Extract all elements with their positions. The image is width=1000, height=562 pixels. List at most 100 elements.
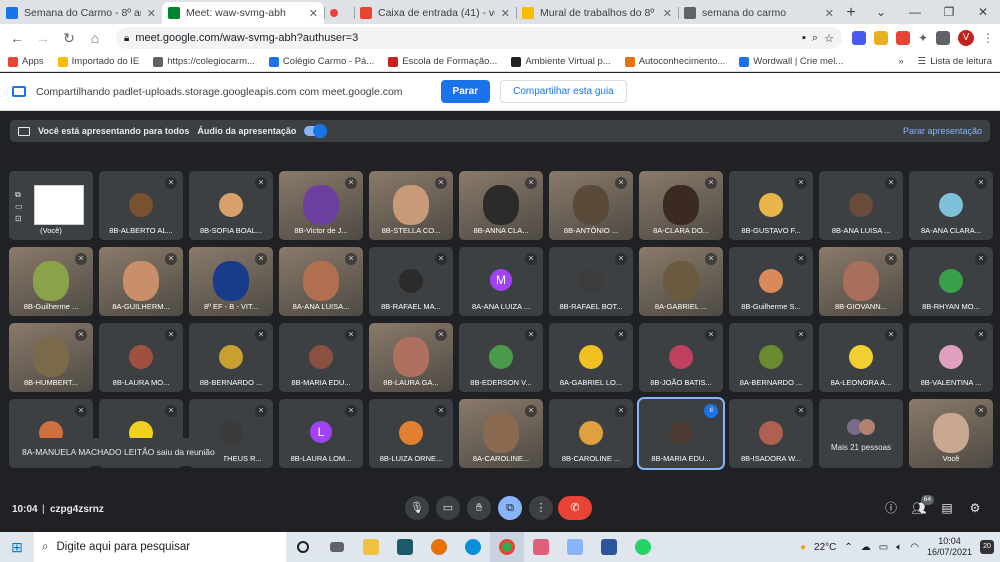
- extension-icon-3[interactable]: [895, 31, 910, 45]
- bookmark-item[interactable]: Autoconhecimento...: [624, 56, 725, 67]
- participant-tile[interactable]: ⨯ 8B-ANNA CLA...: [459, 171, 543, 240]
- firefox-icon[interactable]: [422, 532, 456, 562]
- meeting-details-icon[interactable]: ⓘ: [882, 499, 900, 517]
- browser-tab[interactable]: Caixa de entrada (41) - veron ✕: [354, 2, 516, 24]
- bookmark-item[interactable]: Ambiente Virtual p...: [511, 56, 611, 67]
- participant-tile[interactable]: ⨯ 8B-GIOVANN...: [819, 247, 903, 316]
- browser-tab[interactable]: Mural de trabalhos do 8º ano ✕: [516, 2, 678, 24]
- participant-tile[interactable]: ⨯ 8B-SOFIA BOAL...: [189, 171, 273, 240]
- word-icon[interactable]: [592, 532, 626, 562]
- participant-tile[interactable]: ⨯ 8A-LEONORA A...: [819, 323, 903, 392]
- leave-call-button[interactable]: ✆: [558, 496, 592, 520]
- home-button[interactable]: ⌂: [84, 30, 106, 46]
- app-icon-teal[interactable]: [388, 532, 422, 562]
- participant-tile[interactable]: ⨯ 8B-HUMBERT...: [9, 323, 93, 392]
- back-button[interactable]: ←: [6, 30, 28, 46]
- participant-tile[interactable]: L ⨯ 8B-LAURA LOM...: [279, 399, 363, 468]
- stop-sharing-button[interactable]: Parar: [440, 80, 491, 103]
- participant-tile[interactable]: ⨯ 8B-RAFAEL BOT...: [549, 247, 633, 316]
- tab-close-icon[interactable]: ✕: [501, 7, 510, 20]
- participant-tile[interactable]: ⨯ 8A-ANA CLARA...: [909, 171, 993, 240]
- bookmarks-overflow-icon[interactable]: »: [898, 56, 903, 67]
- tab-close-icon[interactable]: ✕: [663, 7, 672, 20]
- participant-tile[interactable]: ⨯ 8A-GUILHERM...: [99, 247, 183, 316]
- notifications-icon[interactable]: 20: [980, 540, 994, 554]
- bookmark-item[interactable]: Wordwall | Crie mel...: [739, 56, 843, 67]
- raise-hand-button[interactable]: ✋︎: [467, 496, 491, 520]
- participant-tile[interactable]: ⨯ 8B-RAFAEL MA...: [369, 247, 453, 316]
- participant-tile[interactable]: ⨯ 8B-BERNARDO ...: [189, 323, 273, 392]
- profile-avatar[interactable]: V: [958, 30, 974, 46]
- minimize-button[interactable]: —: [898, 5, 932, 19]
- presentation-audio-toggle[interactable]: [304, 124, 328, 138]
- cloud-icon[interactable]: ☁︎: [861, 542, 871, 553]
- browser-tab[interactable]: [324, 2, 354, 24]
- participant-tile[interactable]: ⨯ 8º EF - B - VIT...: [189, 247, 273, 316]
- extension-icon-4[interactable]: [936, 31, 950, 45]
- participant-tile[interactable]: M ⨯ 8A-ANA LUIZA ...: [459, 247, 543, 316]
- taskbar-clock[interactable]: 10:04 16/07/2021: [927, 536, 972, 558]
- bookmark-item[interactable]: Colégio Carmo - Pá...: [268, 56, 374, 67]
- cortana-icon[interactable]: [286, 532, 320, 562]
- zoom-icon[interactable]: ⌕: [812, 32, 818, 45]
- taskbar-search-box[interactable]: ⌕ Digite aqui para pesquisar: [34, 532, 286, 562]
- participant-tile[interactable]: ⧉ ▭ ⊡ (Você): [9, 171, 93, 240]
- windows-start-icon[interactable]: ⊞: [0, 539, 34, 556]
- more-options-button[interactable]: ⋮: [529, 496, 553, 520]
- camera-button[interactable]: ▭: [436, 496, 460, 520]
- participant-tile[interactable]: ⨯ 8B-MARIA EDU...: [279, 323, 363, 392]
- participant-tile[interactable]: ıl 8B-MARIA EDU...: [637, 397, 725, 470]
- browser-menu-icon[interactable]: ⋮: [982, 31, 994, 45]
- share-this-tab-button[interactable]: Compartilhar esta guia: [500, 80, 627, 103]
- participant-tile[interactable]: ⨯ 8A-GABRIEL LO...: [549, 323, 633, 392]
- paint-icon[interactable]: [558, 532, 592, 562]
- activities-icon[interactable]: ⚙︎: [966, 499, 984, 517]
- tab-close-icon[interactable]: ✕: [147, 7, 156, 20]
- participant-tile[interactable]: ⨯ 8B-Guilherme S...: [729, 247, 813, 316]
- snipping-tool-icon[interactable]: [524, 532, 558, 562]
- forward-button[interactable]: →: [32, 30, 54, 46]
- bookmark-item[interactable]: Importado do IE: [57, 56, 139, 67]
- task-view-icon[interactable]: [320, 532, 354, 562]
- people-icon[interactable]: 👥︎ 64: [910, 495, 934, 517]
- participant-tile[interactable]: ⨯ 8B-CAROLINE ...: [549, 399, 633, 468]
- present-now-button[interactable]: ⧉: [498, 496, 522, 520]
- reload-button[interactable]: ↻: [58, 30, 80, 47]
- participant-tile[interactable]: ⨯ 8A-GABRIEL ...: [639, 247, 723, 316]
- participant-tile[interactable]: ⨯ 8A-BERNARDO ...: [729, 323, 813, 392]
- bookmark-item[interactable]: Apps: [8, 56, 44, 67]
- close-window-button[interactable]: ✕: [966, 5, 1000, 19]
- temperature-text[interactable]: 22°C: [814, 542, 836, 553]
- participant-tile[interactable]: ⨯ 8B-ANA LUISA ...: [819, 171, 903, 240]
- url-text[interactable]: meet.google.com/waw-svmg-abh?authuser=3: [135, 32, 796, 44]
- network-icon[interactable]: ▭: [879, 542, 888, 553]
- participant-tile[interactable]: ⨯ 8A-CAROLINE...: [459, 399, 543, 468]
- browser-tab[interactable]: Meet: waw-svmg-abh ✕: [162, 2, 324, 24]
- camera-indicator-icon[interactable]: ▪: [802, 32, 806, 44]
- participant-tile[interactable]: ⨯ 8A-CLARA DO...: [639, 171, 723, 240]
- participant-tile[interactable]: ⨯ 8B-LUIZA ORNE...: [369, 399, 453, 468]
- participant-tile[interactable]: ⨯ Você: [909, 399, 993, 468]
- participant-tile[interactable]: ⨯ 8B-GUSTAVO F...: [729, 171, 813, 240]
- participant-tile[interactable]: ⨯ 8B-STELLA CO...: [369, 171, 453, 240]
- participant-tile[interactable]: ⨯ 8B-ALBERTO AL...: [99, 171, 183, 240]
- wifi-icon[interactable]: ◠: [910, 542, 919, 553]
- participant-tile[interactable]: ⨯ 8B-Victor de J...: [279, 171, 363, 240]
- stop-presentation-button[interactable]: Parar apresentação: [903, 126, 982, 136]
- bookmark-item[interactable]: https://colegiocarm...: [153, 56, 255, 67]
- extension-icon-1[interactable]: [851, 31, 866, 45]
- participant-tile[interactable]: ⨯ 8B-ANTÔNIO ...: [549, 171, 633, 240]
- microphone-button[interactable]: 🎙︎: [405, 496, 429, 520]
- reading-list-button[interactable]: ☰ Lista de leitura: [918, 56, 992, 67]
- participant-tile[interactable]: ⨯ 8B-Guilherme ...: [9, 247, 93, 316]
- tab-close-icon[interactable]: ✕: [309, 7, 318, 20]
- edge-icon[interactable]: [456, 532, 490, 562]
- participant-tile[interactable]: ⨯ 8B-EDERSON V...: [459, 323, 543, 392]
- tab-search-icon[interactable]: ⌄: [864, 5, 898, 19]
- participant-tile[interactable]: Mais 21 pessoas: [819, 399, 903, 468]
- tray-chevron-icon[interactable]: ⌃: [844, 542, 852, 553]
- participant-tile[interactable]: ⨯ 8B-LAURA MO...: [99, 323, 183, 392]
- participant-tile[interactable]: ⨯ 8B-JOÃO BATIS...: [639, 323, 723, 392]
- volume-icon[interactable]: 🔈︎: [896, 542, 902, 553]
- bookmark-star-icon[interactable]: ☆: [824, 32, 834, 45]
